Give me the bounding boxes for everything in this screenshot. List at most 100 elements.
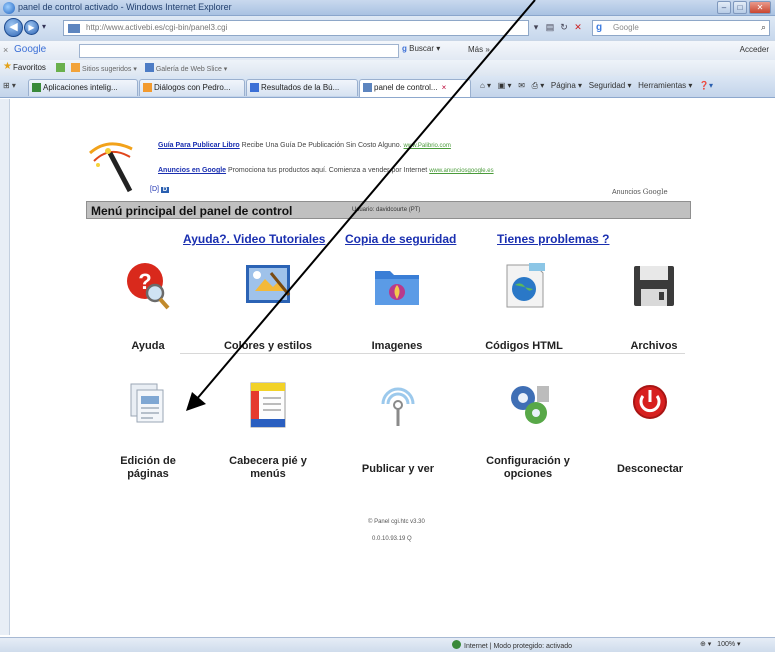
print-icon[interactable]: ⎙ ▾ xyxy=(532,81,545,90)
tile-label-line1: Edición de xyxy=(120,455,176,467)
favorite-item-webslice[interactable]: Galería de Web Slice xyxy=(156,66,222,73)
tab-label: Aplicaciones intelig... xyxy=(43,83,118,92)
minimize-button[interactable]: – xyxy=(717,1,731,14)
favorites-button[interactable]: Favoritos xyxy=(13,63,46,72)
floppy-disk-icon xyxy=(634,266,674,306)
panel-header-bar: Menú principal del panel de control Usua… xyxy=(86,201,691,219)
stop-icon[interactable]: ✕ xyxy=(572,20,584,36)
suggested-sites-icon xyxy=(56,63,65,72)
tab-bar: ⊞ ▾ Aplicaciones intelig... Diálogos con… xyxy=(0,76,775,98)
history-dropdown-icon[interactable]: ▾ xyxy=(42,22,46,31)
ads-by-google: Anuncios Google xyxy=(612,188,668,196)
tile-edicion-paginas[interactable]: Edición de páginas xyxy=(83,380,213,481)
backup-link[interactable]: Copia de seguridad xyxy=(345,232,456,246)
page-icon xyxy=(68,24,80,33)
close-window-button[interactable]: ✕ xyxy=(749,1,771,14)
feeds-icon[interactable]: ▣ ▾ xyxy=(498,81,512,90)
mail-icon[interactable]: ✉ xyxy=(518,81,525,90)
tile-configuracion[interactable]: Configuración y opciones xyxy=(463,380,593,481)
tab-label: Diálogos con Pedro... xyxy=(154,83,231,92)
ad-link-1[interactable]: Guía Para Publicar Libro xyxy=(158,142,240,149)
tab-aplicaciones[interactable]: Aplicaciones intelig... xyxy=(28,79,138,96)
ad-url-2[interactable]: www.anunciosgoogle.es xyxy=(429,168,493,174)
tile-desconectar[interactable]: Desconectar xyxy=(585,380,715,476)
search-icon[interactable]: ⌕ xyxy=(761,22,766,33)
forward-button[interactable]: ▶ xyxy=(24,20,39,35)
ie-logo-icon xyxy=(3,2,15,14)
header-footer-icon xyxy=(250,382,286,428)
tile-cabecera-menus[interactable]: Cabecera pié y menús xyxy=(203,380,333,481)
tile-colores-estilos[interactable]: Colores y estilos xyxy=(203,261,333,353)
address-toolbar: ◀ ▶ ▾ http://www.activebi.es/cgi-bin/pan… xyxy=(0,16,775,40)
footer-version: © Panel cgi.htc v3.30 xyxy=(368,519,425,525)
refresh-icon[interactable]: ↻ xyxy=(558,20,570,36)
ad-link-2[interactable]: Anuncios en Google xyxy=(158,167,226,174)
zoom-level: 100% xyxy=(717,641,736,648)
tab-panel-control[interactable]: panel de control... × xyxy=(359,79,471,97)
tab-close-icon[interactable]: × xyxy=(442,83,447,92)
left-frame-edge xyxy=(0,99,10,635)
help-menu-icon[interactable]: ❓▾ xyxy=(699,81,713,90)
tab-favicon-icon xyxy=(143,83,152,92)
tile-label: Archivos xyxy=(630,340,678,352)
ad-line-2: Anuncios en Google Promociona tus produc… xyxy=(158,167,494,174)
address-dropdown-icon[interactable]: ▾ xyxy=(530,20,542,36)
ad-text-2: Promociona tus productos aquí. Comienza … xyxy=(228,167,428,174)
google-signin-button[interactable]: Acceder xyxy=(740,45,769,54)
tab-dialogos[interactable]: Diálogos con Pedro... xyxy=(139,79,245,96)
favorites-star-icon[interactable]: ★ xyxy=(3,61,12,72)
compat-view-icon[interactable]: ▤ xyxy=(544,20,556,36)
close-toolbar-icon[interactable]: × xyxy=(3,45,8,55)
search-placeholder: Google xyxy=(613,23,639,32)
tools-menu[interactable]: Herramientas ▾ xyxy=(638,81,692,90)
google-search-provider-icon: g xyxy=(596,22,603,33)
quick-tabs-icon[interactable]: ⊞ ▾ xyxy=(3,81,16,90)
google-toolbar-input[interactable] xyxy=(79,44,399,58)
tile-label: Configuración y opciones xyxy=(463,455,593,481)
footer-build: 0.0.10.93.19 Q xyxy=(372,536,412,542)
tab-label: Resultados de la Bú... xyxy=(261,83,340,92)
back-button[interactable]: ◀ xyxy=(4,18,23,37)
tile-ayuda[interactable]: ? Ayuda xyxy=(83,261,213,353)
security-zone-text: Internet | Modo protegido: activado xyxy=(464,643,573,650)
safety-menu[interactable]: Seguridad ▾ xyxy=(589,81,632,90)
tile-publicar-ver[interactable]: Publicar y ver xyxy=(333,380,463,476)
colors-styles-icon xyxy=(246,265,291,303)
favorite-item-suggested[interactable]: Sitios sugeridos xyxy=(82,66,131,73)
google-search-label: Buscar xyxy=(409,44,435,53)
address-text: http://www.activebi.es/cgi-bin/panel3.cg… xyxy=(86,23,228,32)
google-brand: Google xyxy=(642,188,668,196)
ad-url-1[interactable]: www.Palibrio.com xyxy=(404,143,451,149)
settings-gears-icon xyxy=(511,386,549,424)
tools-menu-label: Herramientas xyxy=(638,81,687,90)
help-icon: ? xyxy=(127,263,170,310)
tile-label-line2: opciones xyxy=(503,468,553,480)
images-folder-icon xyxy=(375,271,419,305)
google-toolbar-logo: Google xyxy=(14,44,47,55)
help-tutorials-link[interactable]: Ayuda?. Video Tutoriales xyxy=(183,232,325,246)
address-input[interactable]: http://www.activebi.es/cgi-bin/panel3.cg… xyxy=(63,20,529,36)
google-more-button[interactable]: Más » xyxy=(468,45,490,54)
tile-label-line2: menús xyxy=(250,468,286,480)
ad-line-1: Guía Para Publicar Libro Recibe Una Guía… xyxy=(158,142,451,149)
status-bar: Internet | Modo protegido: activado ⊕ ▾ … xyxy=(0,637,775,652)
tile-archivos[interactable]: Archivos xyxy=(589,261,719,353)
tab-resultados[interactable]: Resultados de la Bú... xyxy=(246,79,358,96)
window-title: panel de control activado - Windows Inte… xyxy=(18,2,232,12)
tab-label: panel de control... xyxy=(374,83,438,92)
adchoices-button[interactable]: [D] D xyxy=(150,186,170,193)
window-titlebar: panel de control activado - Windows Inte… xyxy=(0,0,775,16)
tile-label: Colores y estilos xyxy=(223,340,313,352)
zoom-control[interactable]: ⊕ ▾ 100% ▾ xyxy=(700,640,741,648)
problems-link[interactable]: Tienes problemas ? xyxy=(497,232,609,246)
page-menu[interactable]: Página ▾ xyxy=(551,81,582,90)
search-input[interactable]: g Google ⌕ xyxy=(592,20,770,36)
power-icon xyxy=(633,385,667,419)
security-zone: Internet | Modo protegido: activado xyxy=(452,640,572,650)
tile-codigos-html[interactable]: Códigos HTML xyxy=(459,261,589,353)
google-search-button[interactable]: g Buscar ▾ xyxy=(402,44,440,53)
tile-imagenes[interactable]: Imagenes xyxy=(332,261,462,353)
tile-label-line1: Desconectar xyxy=(616,463,684,475)
maximize-button[interactable]: □ xyxy=(733,1,747,14)
home-icon[interactable]: ⌂ ▾ xyxy=(480,81,491,90)
